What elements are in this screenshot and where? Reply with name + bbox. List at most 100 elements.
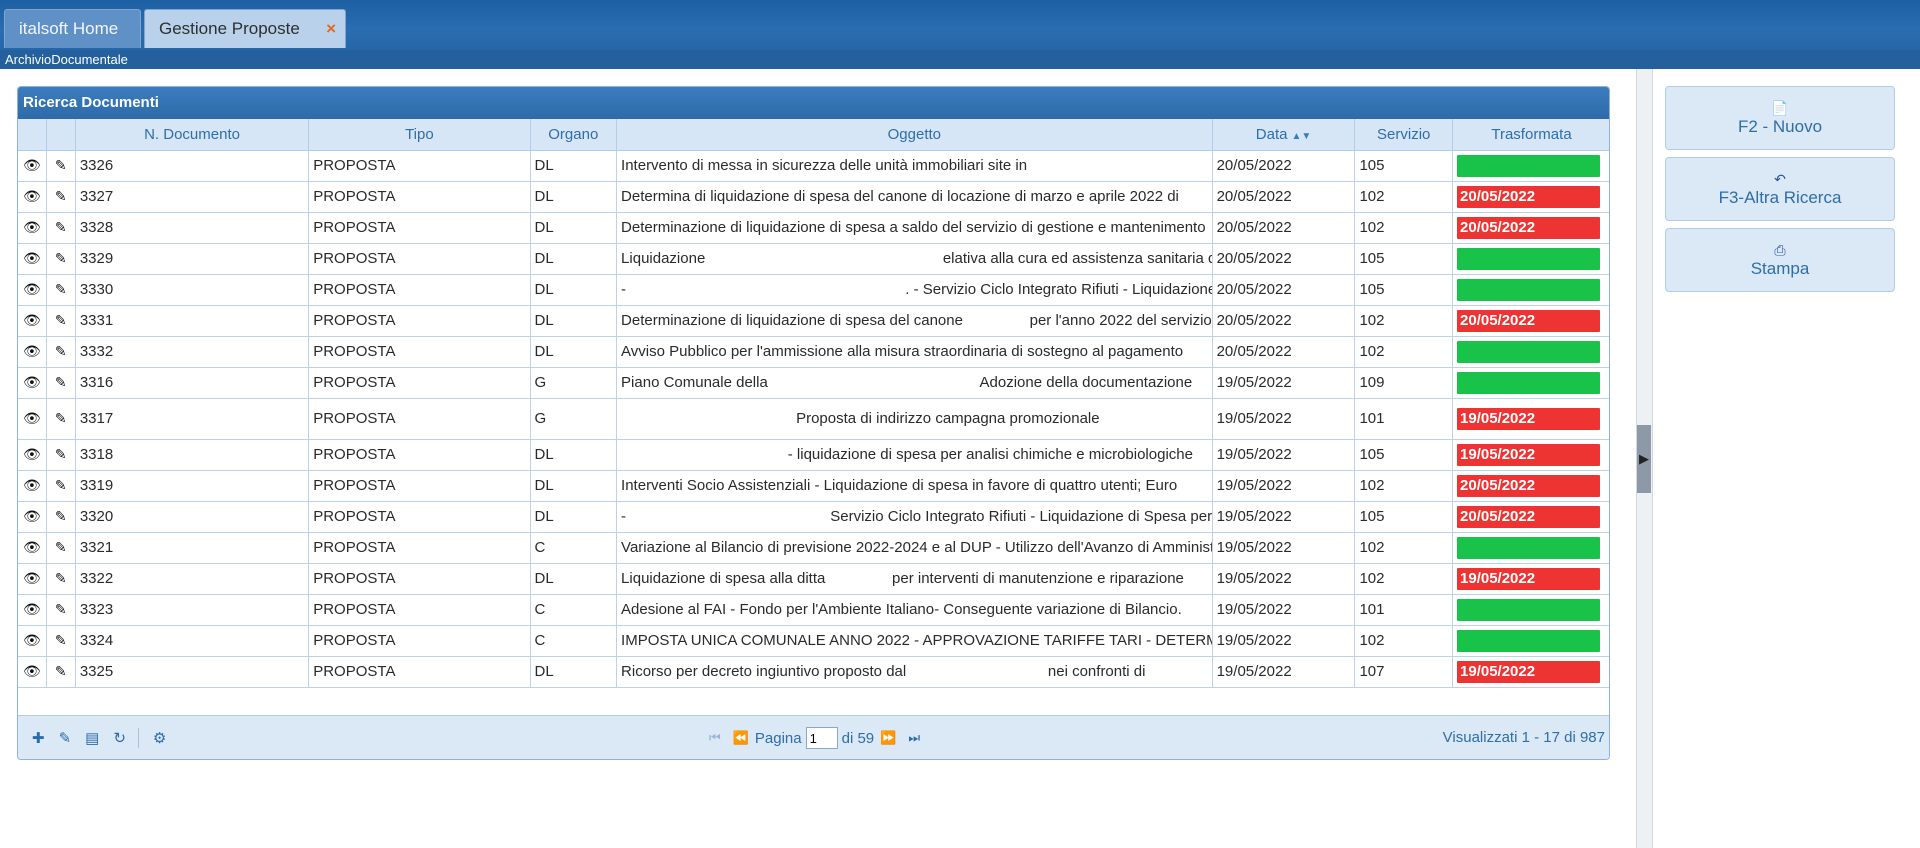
cell-tipo: PROPOSTA xyxy=(308,367,531,399)
top-bar: italsoft Home Gestione Proposte × xyxy=(0,0,1920,50)
table-row[interactable]: 👁 ✎ 3329 PROPOSTA DL Liquidazione elativa all… xyxy=(18,243,1609,275)
eye-icon[interactable]: 👁 xyxy=(23,601,41,617)
table-row[interactable]: 👁 ✎ 3321 PROPOSTA C Variazione al Bilancio di… xyxy=(18,532,1609,564)
col-tipo[interactable]: Tipo xyxy=(308,119,531,151)
eye-icon[interactable]: 👁 xyxy=(23,632,41,648)
status-badge: 20/05/2022 xyxy=(1457,474,1601,497)
tab-gestione-proposte[interactable]: Gestione Proposte × xyxy=(144,9,346,48)
prev-page-icon[interactable]: ⏪ xyxy=(733,730,749,746)
eye-icon[interactable]: 👁 xyxy=(23,281,41,297)
view-icon-cell: 👁 xyxy=(18,563,47,595)
cell-organo: C xyxy=(530,594,618,626)
cell-trasformata xyxy=(1452,336,1609,368)
pencil-icon[interactable]: ✎ xyxy=(55,281,67,297)
refresh-icon[interactable]: ↻ xyxy=(113,729,126,747)
pencil-icon[interactable]: ✎ xyxy=(55,632,67,648)
table-row[interactable]: 👁 ✎ 3322 PROPOSTA DL Liquidazione di spesa al… xyxy=(18,563,1609,595)
pencil-icon[interactable]: ✎ xyxy=(55,343,67,359)
pencil-icon[interactable]: ✎ xyxy=(55,570,67,586)
cell-trasformata: 20/05/2022 xyxy=(1452,470,1609,502)
gear-icon[interactable]: ⚙ xyxy=(153,729,166,747)
new-button-label: F2 - Nuovo xyxy=(1737,117,1823,136)
cell-data: 19/05/2022 xyxy=(1212,470,1356,502)
cell-oggetto: - . - Servizio Ciclo Integrato Rifiuti -… xyxy=(616,274,1213,306)
col-organo[interactable]: Organo xyxy=(530,119,618,151)
table-row[interactable]: 👁 ✎ 3325 PROPOSTA DL Ricorso per decreto ingi… xyxy=(18,656,1609,688)
cell-n-documento: 3327 xyxy=(75,181,310,213)
cell-servizio: 109 xyxy=(1354,367,1454,399)
eye-icon[interactable]: 👁 xyxy=(23,508,41,524)
table-row[interactable]: 👁 ✎ 3316 PROPOSTA G Piano Comunale della Adoz… xyxy=(18,367,1609,399)
pencil-icon-cell: ✎ xyxy=(46,563,76,595)
pencil-icon[interactable]: ✎ xyxy=(55,157,67,173)
tab-italsoft-home[interactable]: italsoft Home xyxy=(4,9,141,48)
col-oggetto[interactable]: Oggetto xyxy=(616,119,1213,151)
cell-servizio: 102 xyxy=(1354,305,1454,337)
edit-icon[interactable]: ✎ xyxy=(59,729,72,747)
status-badge xyxy=(1457,371,1601,394)
eye-icon[interactable]: 👁 xyxy=(23,663,41,679)
page-number-input[interactable] xyxy=(805,727,838,749)
table-row[interactable]: 👁 ✎ 3318 PROPOSTA DL - liquidazione di spesa… xyxy=(18,439,1609,471)
pencil-icon[interactable]: ✎ xyxy=(55,446,67,462)
back-icon: ↶ xyxy=(1774,171,1786,187)
other-search-button[interactable]: ↶ F3-Altra Ricerca xyxy=(1665,157,1895,221)
status-badge: 19/05/2022 xyxy=(1457,407,1601,430)
last-page-icon[interactable]: ⏭ xyxy=(908,730,920,746)
cell-servizio: 102 xyxy=(1354,532,1454,564)
table-row[interactable]: 👁 ✎ 3332 PROPOSTA DL Avviso Pubblico per l'am… xyxy=(18,336,1609,368)
col-n-documento[interactable]: N. Documento xyxy=(75,119,310,151)
table-row[interactable]: 👁 ✎ 3331 PROPOSTA DL Determinazione di liquid… xyxy=(18,305,1609,337)
col-data[interactable]: Data ▲▼ xyxy=(1212,119,1356,151)
table-row[interactable]: 👁 ✎ 3328 PROPOSTA DL Determinazione di liquid… xyxy=(18,212,1609,244)
table-row[interactable]: 👁 ✎ 3323 PROPOSTA C Adesione al FAI - Fondo p… xyxy=(18,594,1609,626)
eye-icon[interactable]: 👁 xyxy=(23,446,41,462)
next-page-icon[interactable]: ⏩ xyxy=(880,730,896,746)
eye-icon[interactable]: 👁 xyxy=(23,477,41,493)
table-row[interactable]: 👁 ✎ 3320 PROPOSTA DL - Servizio Ciclo Integra… xyxy=(18,501,1609,533)
pencil-icon[interactable]: ✎ xyxy=(55,539,67,555)
pencil-icon[interactable]: ✎ xyxy=(55,508,67,524)
breadcrumb: ArchivioDocumentale xyxy=(0,50,1920,69)
cell-data: 19/05/2022 xyxy=(1212,439,1356,471)
table-row[interactable]: 👁 ✎ 3330 PROPOSTA DL - . - Servizio Ciclo Int… xyxy=(18,274,1609,306)
pencil-icon[interactable]: ✎ xyxy=(55,312,67,328)
table-row[interactable]: 👁 ✎ 3317 PROPOSTA G Proposta di indirizzo ca… xyxy=(18,398,1609,440)
eye-icon[interactable]: 👁 xyxy=(23,219,41,235)
cell-tipo: PROPOSTA xyxy=(308,150,531,182)
eye-icon[interactable]: 👁 xyxy=(23,343,41,359)
cell-data: 19/05/2022 xyxy=(1212,501,1356,533)
pencil-icon[interactable]: ✎ xyxy=(55,601,67,617)
pencil-icon[interactable]: ✎ xyxy=(55,250,67,266)
view-icon-cell: 👁 xyxy=(18,656,47,688)
close-icon[interactable]: × xyxy=(326,19,336,39)
add-icon[interactable]: ✚ xyxy=(32,729,45,747)
view-icon-cell: 👁 xyxy=(18,532,47,564)
col-servizio[interactable]: Servizio xyxy=(1354,119,1454,151)
collapse-arrow-icon[interactable]: ▶ xyxy=(1637,425,1651,493)
pencil-icon[interactable]: ✎ xyxy=(55,410,67,426)
table-row[interactable]: 👁 ✎ 3326 PROPOSTA DL Intervento di messa in s… xyxy=(18,150,1609,182)
pencil-icon[interactable]: ✎ xyxy=(55,219,67,235)
eye-icon[interactable]: 👁 xyxy=(23,312,41,328)
eye-icon[interactable]: 👁 xyxy=(23,570,41,586)
cell-tipo: PROPOSTA xyxy=(308,501,531,533)
first-page-icon[interactable]: ⏮ xyxy=(709,730,721,746)
export-icon[interactable]: ▤ xyxy=(85,729,99,747)
eye-icon[interactable]: 👁 xyxy=(23,539,41,555)
eye-icon[interactable]: 👁 xyxy=(23,250,41,266)
pencil-icon[interactable]: ✎ xyxy=(55,374,67,390)
eye-icon[interactable]: 👁 xyxy=(23,188,41,204)
table-row[interactable]: 👁 ✎ 3327 PROPOSTA DL Determina di liquidazion… xyxy=(18,181,1609,213)
eye-icon[interactable]: 👁 xyxy=(23,157,41,173)
table-row[interactable]: 👁 ✎ 3324 PROPOSTA C IMPOSTA UNICA COMUNALE AN… xyxy=(18,625,1609,657)
new-button[interactable]: 📄 F2 - Nuovo xyxy=(1665,86,1895,150)
pencil-icon[interactable]: ✎ xyxy=(55,477,67,493)
print-button[interactable]: ⎙ Stampa xyxy=(1665,228,1895,292)
col-trasformata[interactable]: Trasformata xyxy=(1452,119,1609,151)
table-row[interactable]: 👁 ✎ 3319 PROPOSTA DL Interventi Socio Assiste… xyxy=(18,470,1609,502)
eye-icon[interactable]: 👁 xyxy=(23,374,41,390)
pencil-icon[interactable]: ✎ xyxy=(55,663,67,679)
eye-icon[interactable]: 👁 xyxy=(23,410,41,426)
pencil-icon[interactable]: ✎ xyxy=(55,188,67,204)
